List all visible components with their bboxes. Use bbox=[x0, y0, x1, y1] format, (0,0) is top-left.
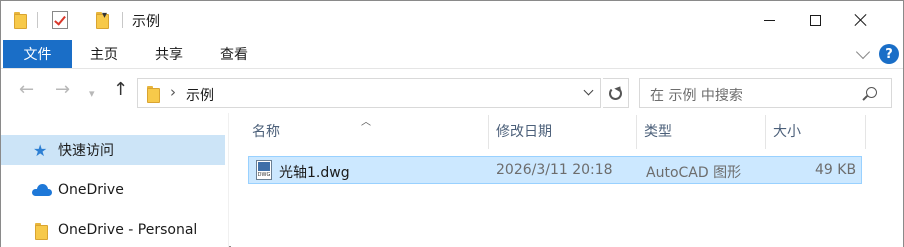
refresh-icon bbox=[609, 86, 622, 100]
breadcrumb-separator[interactable]: › bbox=[170, 83, 176, 101]
address-dropdown-chevron-icon[interactable] bbox=[583, 85, 594, 96]
breadcrumb[interactable]: 示例 bbox=[186, 85, 214, 105]
recent-locations-chevron-icon[interactable]: ▾ bbox=[89, 85, 95, 103]
search-icon bbox=[866, 87, 877, 98]
sidebar-item-quick-access[interactable]: ★ 快速访问 bbox=[1, 135, 225, 165]
navigation-bar: ← → ▾ ↑ › 示例 在 示例 中搜索 bbox=[1, 69, 903, 113]
column-divider[interactable] bbox=[488, 115, 489, 149]
divider bbox=[37, 12, 38, 28]
explorer-window: ▾ 示例 文件 主页 共享 查看 ? ← → ▾ ↑ › 示例 在 示例 中搜索… bbox=[0, 0, 904, 247]
minimize-button[interactable] bbox=[746, 1, 792, 39]
table-row[interactable]: 光轴1.dwg 2026/3/11 20:18 AutoCAD 图形 49 KB bbox=[248, 156, 862, 184]
sort-ascending-icon: ︿ bbox=[361, 117, 371, 128]
tab-view[interactable]: 查看 bbox=[220, 40, 248, 68]
column-header-size[interactable]: 大小 bbox=[773, 113, 801, 149]
sidebar-item-label: 快速访问 bbox=[58, 143, 114, 159]
sidebar-item-onedrive[interactable]: OneDrive bbox=[1, 175, 225, 205]
help-icon[interactable]: ? bbox=[879, 44, 899, 64]
ribbon-tabs: 文件 主页 共享 查看 ? bbox=[1, 39, 903, 69]
file-type: AutoCAD 图形 bbox=[646, 165, 742, 181]
column-header-modified[interactable]: 修改日期 bbox=[496, 113, 552, 149]
file-modified: 2026/3/11 20:18 bbox=[496, 162, 613, 178]
cloud-icon bbox=[32, 184, 52, 196]
sidebar-item-label: OneDrive - Personal bbox=[58, 222, 198, 238]
column-divider[interactable] bbox=[636, 115, 637, 149]
expand-ribbon-chevron-icon[interactable] bbox=[855, 44, 871, 60]
search-placeholder: 在 示例 中搜索 bbox=[650, 88, 743, 104]
tab-file[interactable]: 文件 bbox=[3, 40, 72, 68]
title-bar: ▾ 示例 bbox=[1, 1, 903, 39]
dwg-file-icon bbox=[256, 160, 272, 180]
customize-toolbar-chevron-icon[interactable]: ▾ bbox=[102, 10, 107, 21]
maximize-button[interactable] bbox=[792, 1, 838, 39]
back-arrow-icon[interactable]: ← bbox=[19, 81, 34, 99]
column-header-name[interactable]: 名称 bbox=[252, 113, 280, 149]
refresh-button[interactable] bbox=[603, 78, 629, 108]
folder-icon bbox=[14, 11, 28, 29]
minimize-icon bbox=[763, 19, 775, 21]
file-list: ︿ 名称 修改日期 类型 大小 光轴1.dwg 2026/3/11 20:18 … bbox=[231, 113, 903, 247]
search-input[interactable]: 在 示例 中搜索 bbox=[639, 78, 892, 108]
column-header-type[interactable]: 类型 bbox=[644, 113, 672, 149]
properties-icon[interactable] bbox=[52, 11, 68, 29]
tab-home[interactable]: 主页 bbox=[90, 40, 118, 68]
maximize-icon bbox=[809, 14, 821, 26]
sidebar-item-label: OneDrive bbox=[58, 182, 124, 198]
close-button[interactable] bbox=[838, 1, 884, 39]
divider bbox=[122, 12, 123, 28]
address-bar[interactable]: › 示例 bbox=[137, 78, 601, 108]
folder-icon bbox=[35, 222, 49, 240]
file-size: 49 KB bbox=[815, 162, 857, 178]
column-divider[interactable] bbox=[765, 115, 766, 149]
file-name: 光轴1.dwg bbox=[279, 165, 350, 181]
column-divider[interactable] bbox=[865, 115, 866, 149]
navigation-pane: ★ 快速访问 OneDrive OneDrive - Personal bbox=[1, 113, 229, 247]
forward-arrow-icon[interactable]: → bbox=[55, 81, 70, 99]
tab-share[interactable]: 共享 bbox=[155, 40, 183, 68]
up-arrow-icon[interactable]: ↑ bbox=[113, 81, 128, 99]
close-icon bbox=[854, 13, 868, 27]
star-icon: ★ bbox=[33, 140, 48, 160]
sidebar-item-onedrive-personal[interactable]: OneDrive - Personal bbox=[1, 215, 225, 245]
window-title: 示例 bbox=[132, 14, 160, 30]
folder-icon bbox=[147, 85, 161, 103]
